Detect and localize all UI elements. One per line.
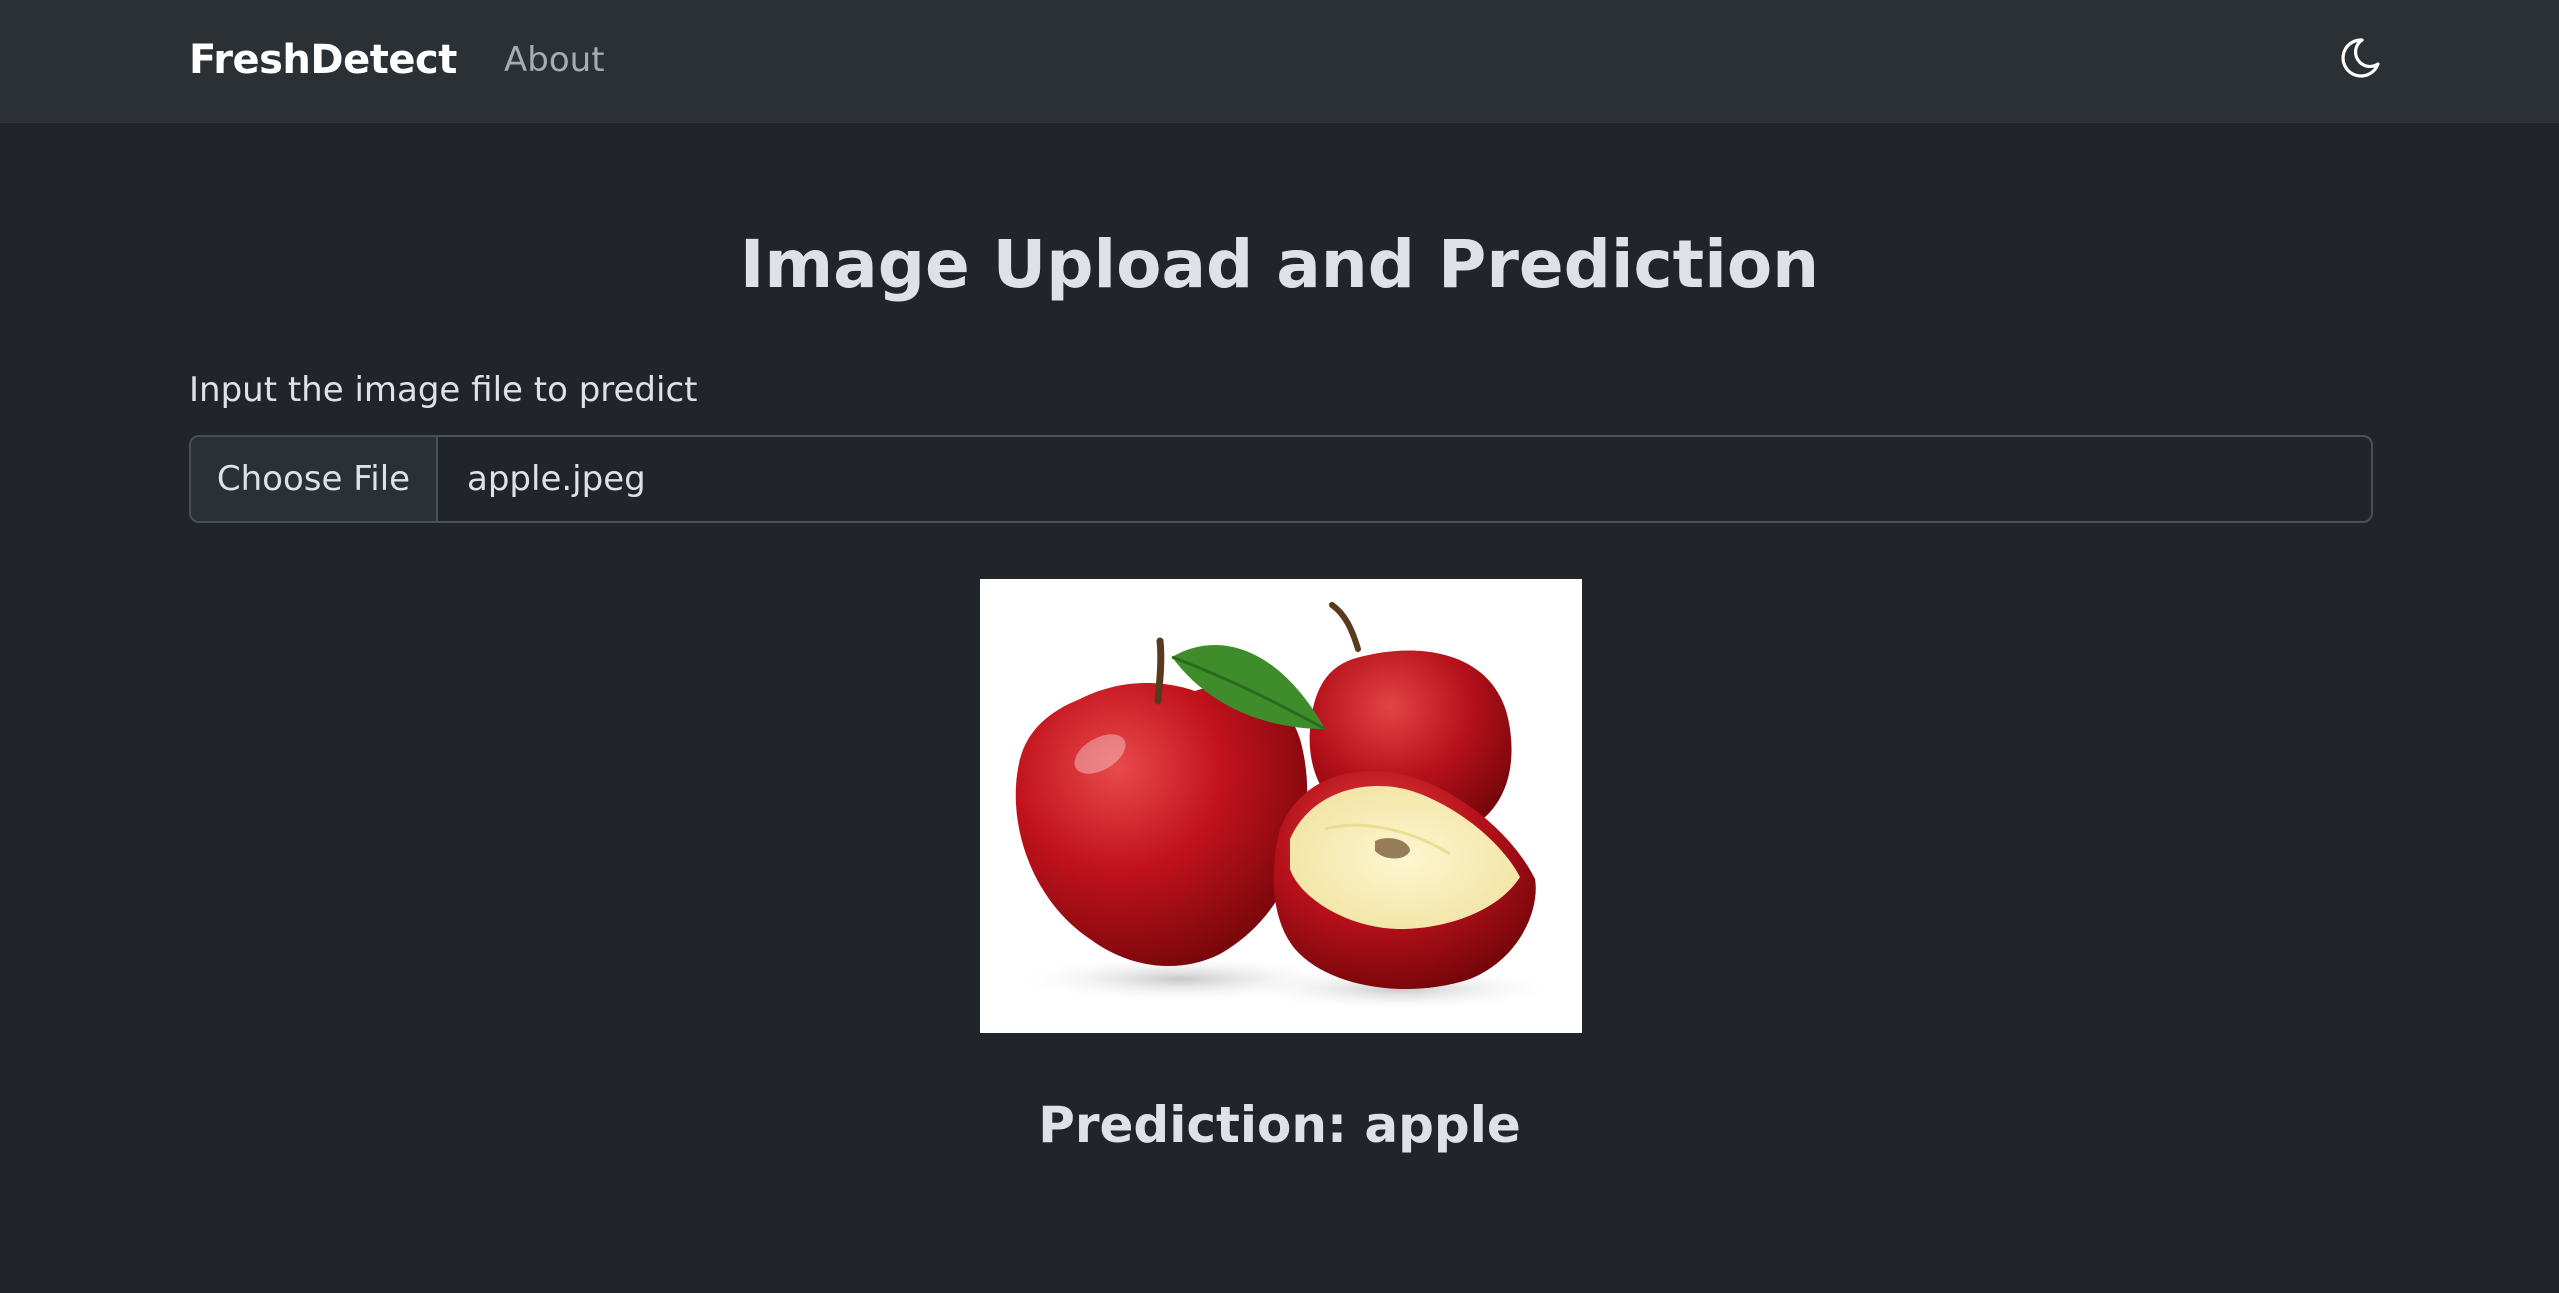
brand-link[interactable]: FreshDetect	[189, 32, 457, 88]
prediction-prefix: Prediction:	[1038, 1096, 1365, 1154]
prediction-value: apple	[1364, 1096, 1521, 1154]
file-input[interactable]: Choose File apple.jpeg	[189, 435, 2373, 523]
image-preview	[980, 579, 1582, 1033]
moon-icon	[2341, 38, 2380, 78]
prediction-result: Prediction: apple	[0, 1090, 2559, 1160]
selected-file-name: apple.jpeg	[467, 459, 646, 499]
apple-photo	[980, 579, 1582, 1033]
nav-link-about[interactable]: About	[504, 32, 605, 88]
navbar: FreshDetect About	[0, 0, 2559, 123]
file-input-label: Input the image file to predict	[189, 370, 698, 410]
theme-toggle-button[interactable]	[2336, 34, 2384, 82]
choose-file-button[interactable]: Choose File	[191, 437, 438, 521]
page-title: Image Upload and Prediction	[739, 226, 1820, 303]
